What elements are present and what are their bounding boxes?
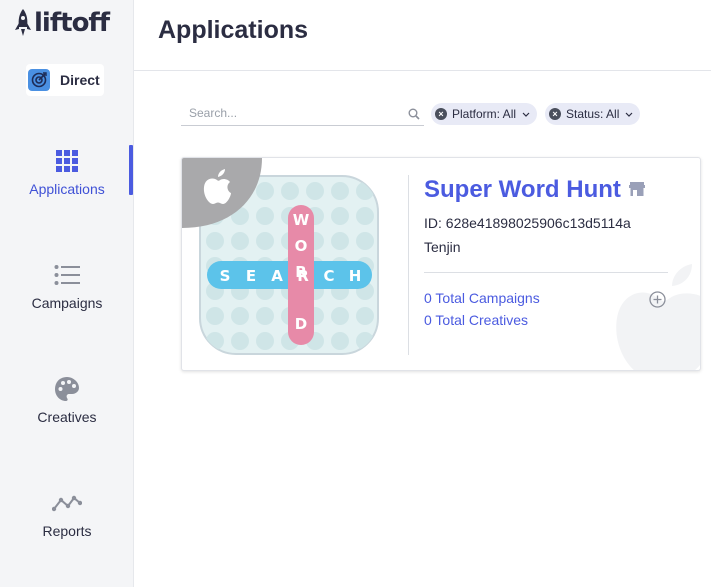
icon-letter: W (293, 211, 310, 229)
search-input[interactable] (181, 102, 401, 124)
total-campaigns-link[interactable]: 0 Total Campaigns (424, 290, 540, 306)
sidebar-item-label: Campaigns (31, 295, 103, 311)
list-icon (54, 263, 80, 287)
sidebar-item-campaigns[interactable]: Campaigns (0, 263, 134, 323)
apple-icon (182, 158, 262, 228)
clear-filter-icon[interactable]: × (549, 108, 561, 120)
clear-filter-icon[interactable]: × (435, 108, 447, 120)
chevron-down-icon (522, 112, 530, 117)
sidebar-item-applications[interactable]: Applications (0, 149, 134, 209)
icon-letter: A (271, 267, 283, 285)
sidebar: liftoff Direct Applications Campaigns Cr… (0, 0, 134, 587)
app-id: ID: 628e41898025906c13d5114a (424, 215, 631, 231)
chevron-down-icon (625, 112, 633, 117)
trend-line-icon (52, 491, 82, 515)
status-filter-chip[interactable]: × Status: All (545, 103, 641, 125)
page-header: Applications (134, 0, 711, 71)
icon-letter: D (295, 315, 307, 333)
page-title: Applications (158, 16, 309, 44)
icon-letter: H (349, 267, 362, 285)
app-card[interactable]: SEARCHWORD Super Word Hunt ID: 628e41898… (181, 157, 701, 371)
icon-letter: S (220, 267, 231, 285)
chip-label: Platform: All (452, 107, 517, 121)
active-nav-indicator (129, 145, 133, 195)
card-divider (424, 272, 668, 273)
chip-label: Status: All (566, 107, 620, 121)
sidebar-item-label: Applications (29, 181, 105, 197)
app-title[interactable]: Super Word Hunt (424, 176, 621, 204)
platform-filter-chip[interactable]: × Platform: All (431, 103, 538, 125)
sidebar-item-creatives[interactable]: Creatives (0, 377, 134, 437)
sidebar-item-reports[interactable]: Reports (0, 491, 134, 551)
apple-watermark-icon (602, 258, 700, 370)
total-creatives-link[interactable]: 0 Total Creatives (424, 312, 528, 328)
grid-icon (56, 149, 78, 173)
icon-letter: R (295, 263, 307, 281)
search-field (181, 102, 424, 126)
liftoff-logo[interactable]: liftoff (14, 6, 110, 40)
palette-icon (54, 377, 80, 401)
attribution-provider: Tenjin (424, 239, 461, 255)
icon-letter: C (323, 267, 334, 285)
logo-text: liftoff (34, 8, 110, 38)
store-icon (628, 182, 645, 201)
account-label: Direct (60, 72, 100, 88)
card-divider (408, 175, 409, 355)
target-icon (28, 69, 50, 91)
icon-letter: O (295, 237, 308, 255)
account-switcher[interactable]: Direct (26, 64, 104, 96)
sidebar-item-label: Creatives (37, 409, 97, 425)
icon-letter: E (246, 267, 256, 285)
rocket-icon (14, 8, 32, 38)
add-circle-icon[interactable] (649, 291, 666, 313)
app-title-row: Super Word Hunt (424, 176, 645, 204)
sidebar-item-label: Reports (42, 523, 92, 539)
search-icon[interactable] (408, 107, 420, 125)
